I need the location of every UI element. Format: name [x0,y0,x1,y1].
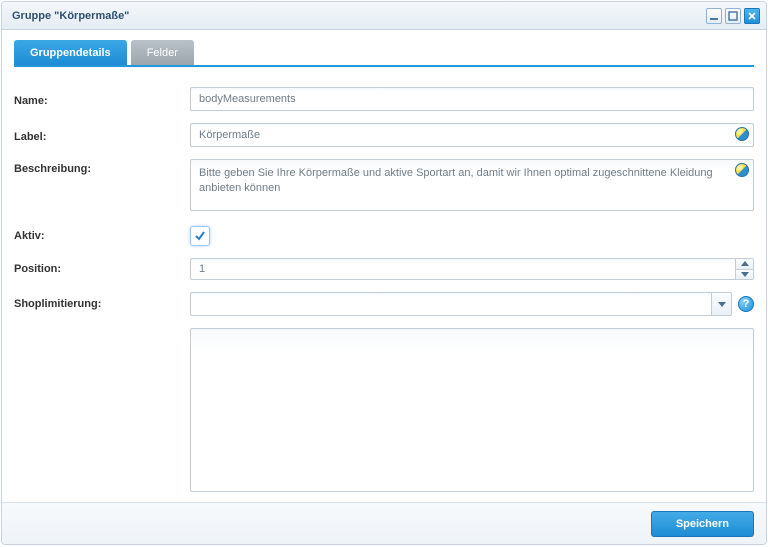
minimize-icon [709,11,719,21]
check-icon [194,230,206,242]
window-controls [706,8,760,24]
dialog-window: Gruppe "Körpermaße" Gruppendetails Felde… [1,1,767,545]
label-active: Aktiv: [14,230,182,242]
form-area: Name: Label: Beschreibung: [14,67,754,492]
description-textarea[interactable] [190,159,754,211]
spinner-up-button[interactable] [736,259,753,270]
row-shoplimit: Shoplimitierung: ? [14,292,754,316]
spinner-buttons [735,259,753,279]
titlebar: Gruppe "Körpermaße" [2,2,766,30]
label-input[interactable] [190,123,754,147]
help-button[interactable]: ? [738,296,754,312]
label-name: Name: [14,91,182,107]
chevron-up-icon [741,261,749,266]
save-button[interactable]: Speichern [651,511,754,537]
row-label: Label: [14,123,754,147]
label-description: Beschreibung: [14,159,182,175]
globe-icon[interactable] [735,163,749,177]
globe-icon[interactable] [735,127,749,141]
empty-textarea[interactable] [190,328,754,492]
close-icon [747,11,757,21]
tab-gruppendetails[interactable]: Gruppendetails [14,40,127,65]
row-description: Beschreibung: [14,159,754,214]
minimize-button[interactable] [706,8,722,24]
row-empty [14,328,754,492]
row-active: Aktiv: [14,226,754,246]
shoplimit-combobox[interactable] [190,292,732,316]
window-title: Gruppe "Körpermaße" [12,10,706,22]
chevron-down-icon [718,302,726,307]
label-empty [14,328,182,492]
label-label: Label: [14,127,182,143]
label-position: Position: [14,263,182,275]
spinner-down-button[interactable] [736,270,753,280]
footer-toolbar: Speichern [2,502,766,544]
position-spinner[interactable]: 1 [190,258,754,280]
position-value[interactable]: 1 [191,259,735,279]
chevron-down-icon [741,272,749,277]
shoplimit-value[interactable] [191,293,711,315]
row-name: Name: [14,87,754,111]
content-area: Gruppendetails Felder Name: Label: [2,30,766,502]
active-checkbox[interactable] [190,226,210,246]
tab-felder[interactable]: Felder [131,40,194,65]
combo-trigger[interactable] [711,293,731,315]
close-button[interactable] [744,8,760,24]
name-input[interactable] [190,87,754,111]
maximize-icon [728,11,738,21]
maximize-button[interactable] [725,8,741,24]
label-shoplimit: Shoplimitierung: [14,298,182,310]
row-position: Position: 1 [14,258,754,280]
tabbar: Gruppendetails Felder [14,40,754,67]
